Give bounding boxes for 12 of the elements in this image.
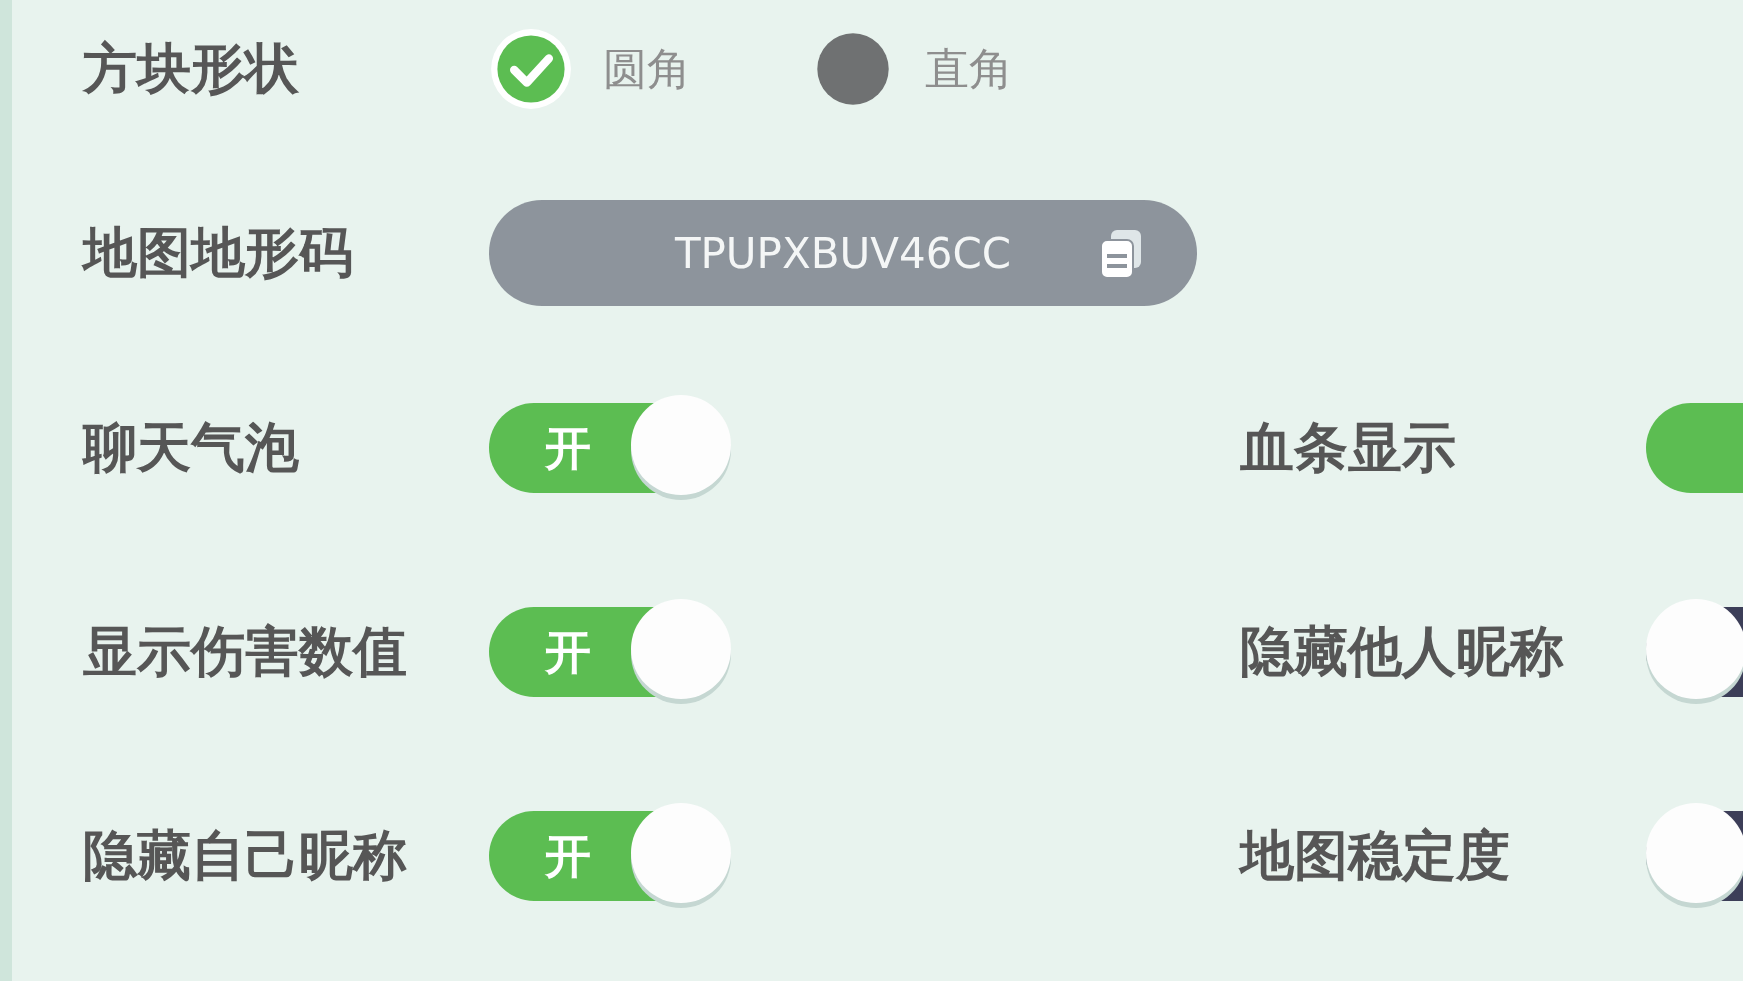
terrain-code: TPUPXBUV46CC [674, 228, 1012, 278]
radio-option[interactable]: 圆角 [489, 27, 691, 111]
setting-label: 血条显示 [1240, 414, 1457, 481]
setting-label: 隐藏他人昵称 [1240, 618, 1565, 685]
setting-label: 方块形状 [83, 35, 300, 102]
setting-label: 显示伤害数值 [83, 618, 408, 685]
setting-label: 地图稳定度 [1240, 822, 1511, 889]
terrain-code-field[interactable]: TPUPXBUV46CC [489, 200, 1197, 306]
setting-label: 隐藏自己昵称 [83, 822, 408, 889]
setting-label: 聊天气泡 [83, 414, 300, 481]
radio-option[interactable]: 直角 [811, 27, 1013, 111]
setting-label: 地图地形码 [83, 219, 354, 286]
